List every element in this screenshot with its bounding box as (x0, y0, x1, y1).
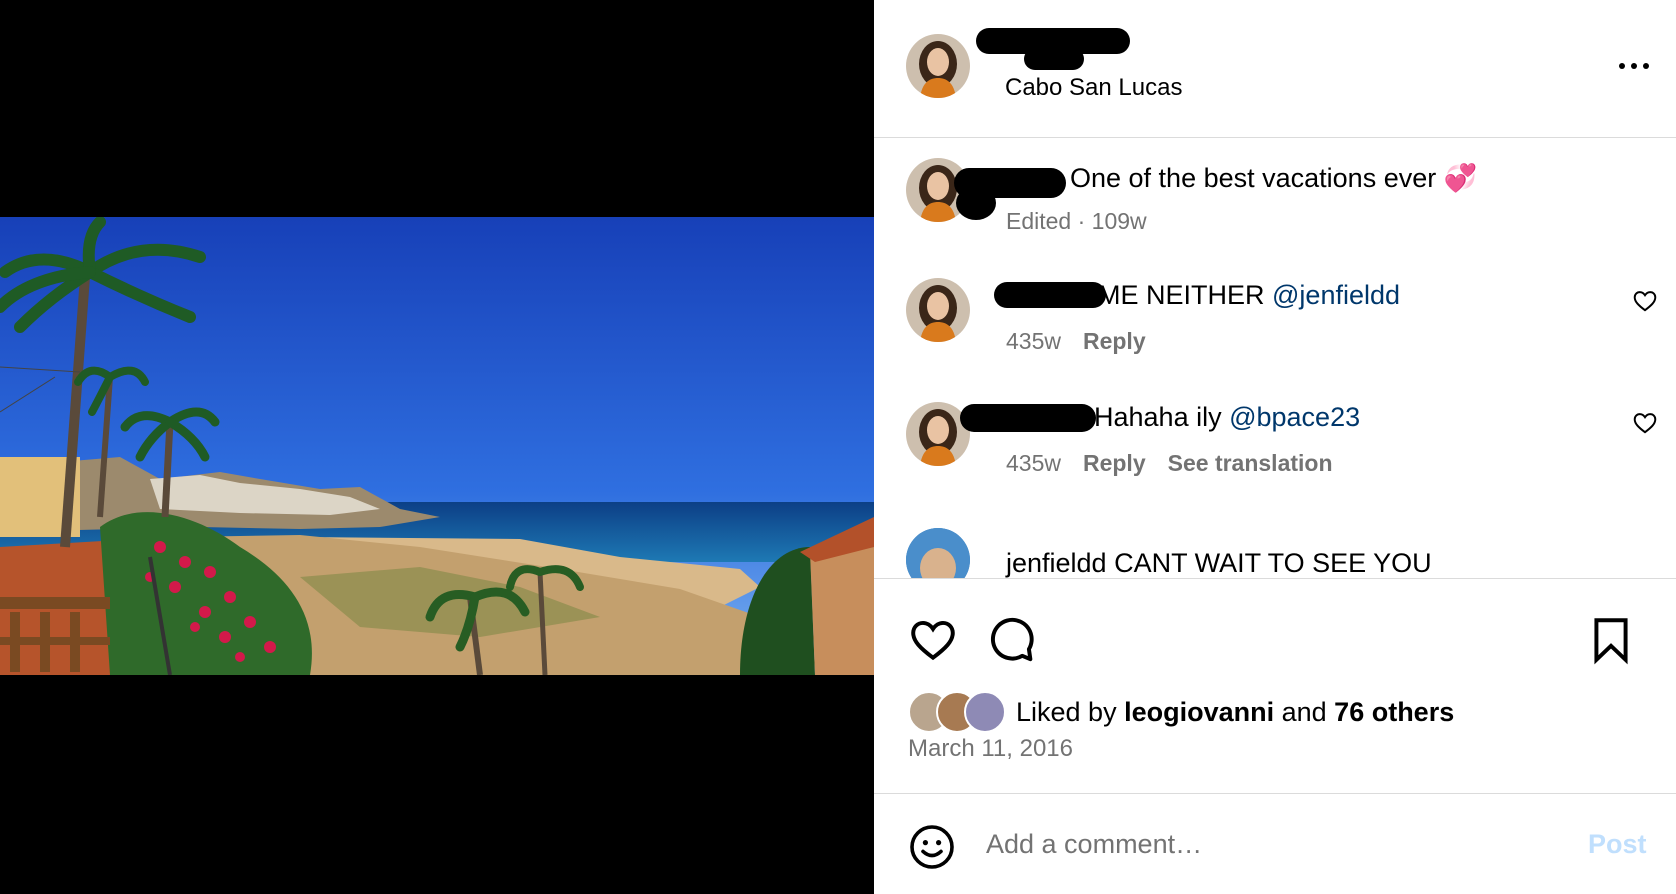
comment-meta: 435w Reply (1006, 328, 1146, 355)
comment-item: jenfieldd CANT WAIT TO SEE YOU (874, 506, 1676, 578)
caption: One of the best vacations ever 💞 Edited … (874, 138, 1676, 258)
reply-button[interactable]: Reply (1083, 328, 1146, 354)
commenter-avatar[interactable] (906, 278, 970, 342)
redacted-username (994, 282, 1106, 308)
redacted-username (960, 404, 1096, 432)
reply-button[interactable]: Reply (1083, 450, 1146, 476)
liker-username[interactable]: leogiovanni (1124, 697, 1274, 727)
author-avatar[interactable] (906, 34, 970, 98)
comment-input[interactable] (986, 821, 1506, 867)
post-actions: Liked by leogiovanni and 76 others March… (874, 578, 1676, 794)
comment-timestamp: 435w (1006, 450, 1061, 476)
comment-item: ME NEITHER @jenfieldd 435w Reply (874, 258, 1676, 382)
see-translation-button[interactable]: See translation (1168, 450, 1333, 476)
redacted-username-overflow (1024, 48, 1084, 70)
others-link[interactable]: 76 others (1334, 697, 1454, 727)
commenter-avatar[interactable] (906, 528, 970, 578)
more-horizontal-icon (1619, 63, 1625, 69)
caption-meta: Edited · 109w (1006, 208, 1147, 234)
smiley-icon[interactable] (908, 823, 956, 871)
comment-text: jenfieldd CANT WAIT TO SEE YOU (1006, 548, 1432, 578)
bookmark-icon[interactable] (1586, 615, 1636, 665)
post-button[interactable]: Post (1588, 829, 1647, 860)
mention-link[interactable]: @bpace23 (1229, 402, 1360, 432)
comment-text: Hahaha ily @bpace23 (1094, 402, 1361, 432)
comments-list[interactable]: One of the best vacations ever 💞 Edited … (874, 138, 1676, 578)
liker-avatars (908, 689, 1012, 733)
post-dialog: Cabo San Lucas One of the best vacations… (0, 0, 1676, 894)
post-photo (0, 217, 874, 675)
comment-bubble-icon[interactable] (986, 615, 1036, 665)
post-location[interactable]: Cabo San Lucas (1005, 74, 1182, 102)
comment-text: ME NEITHER @jenfieldd (1098, 280, 1401, 310)
beach-landscape-photo (0, 217, 874, 675)
caption-text: One of the best vacations ever 💞 (1070, 162, 1477, 194)
liker-avatar (964, 691, 1006, 733)
comment-timestamp: 435w (1006, 328, 1061, 354)
mention-link[interactable]: @jenfieldd (1272, 280, 1400, 310)
profile-photo-icon (906, 528, 970, 578)
post-details-panel: Cabo San Lucas One of the best vacations… (874, 0, 1676, 894)
heart-outline-icon[interactable] (1632, 288, 1658, 314)
media-pane (0, 0, 874, 894)
profile-photo-icon (906, 278, 970, 342)
more-options-button[interactable] (1612, 52, 1656, 80)
profile-photo-icon (906, 34, 970, 98)
comment-meta: 435w Reply See translation (1006, 450, 1333, 477)
likes-text: Liked by leogiovanni and 76 others (1016, 697, 1455, 727)
caption-body: One of the best vacations ever (1070, 163, 1437, 193)
heart-outline-icon[interactable] (1632, 410, 1658, 436)
post-header: Cabo San Lucas (874, 0, 1676, 138)
comment-item: Hahaha ily @bpace23 435w Reply See transla… (874, 382, 1676, 506)
heart-emoji: 💞 (1443, 163, 1478, 193)
heart-outline-icon[interactable] (908, 615, 958, 665)
comment-composer: Post (874, 793, 1676, 894)
post-date[interactable]: March 11, 2016 (908, 735, 1073, 763)
